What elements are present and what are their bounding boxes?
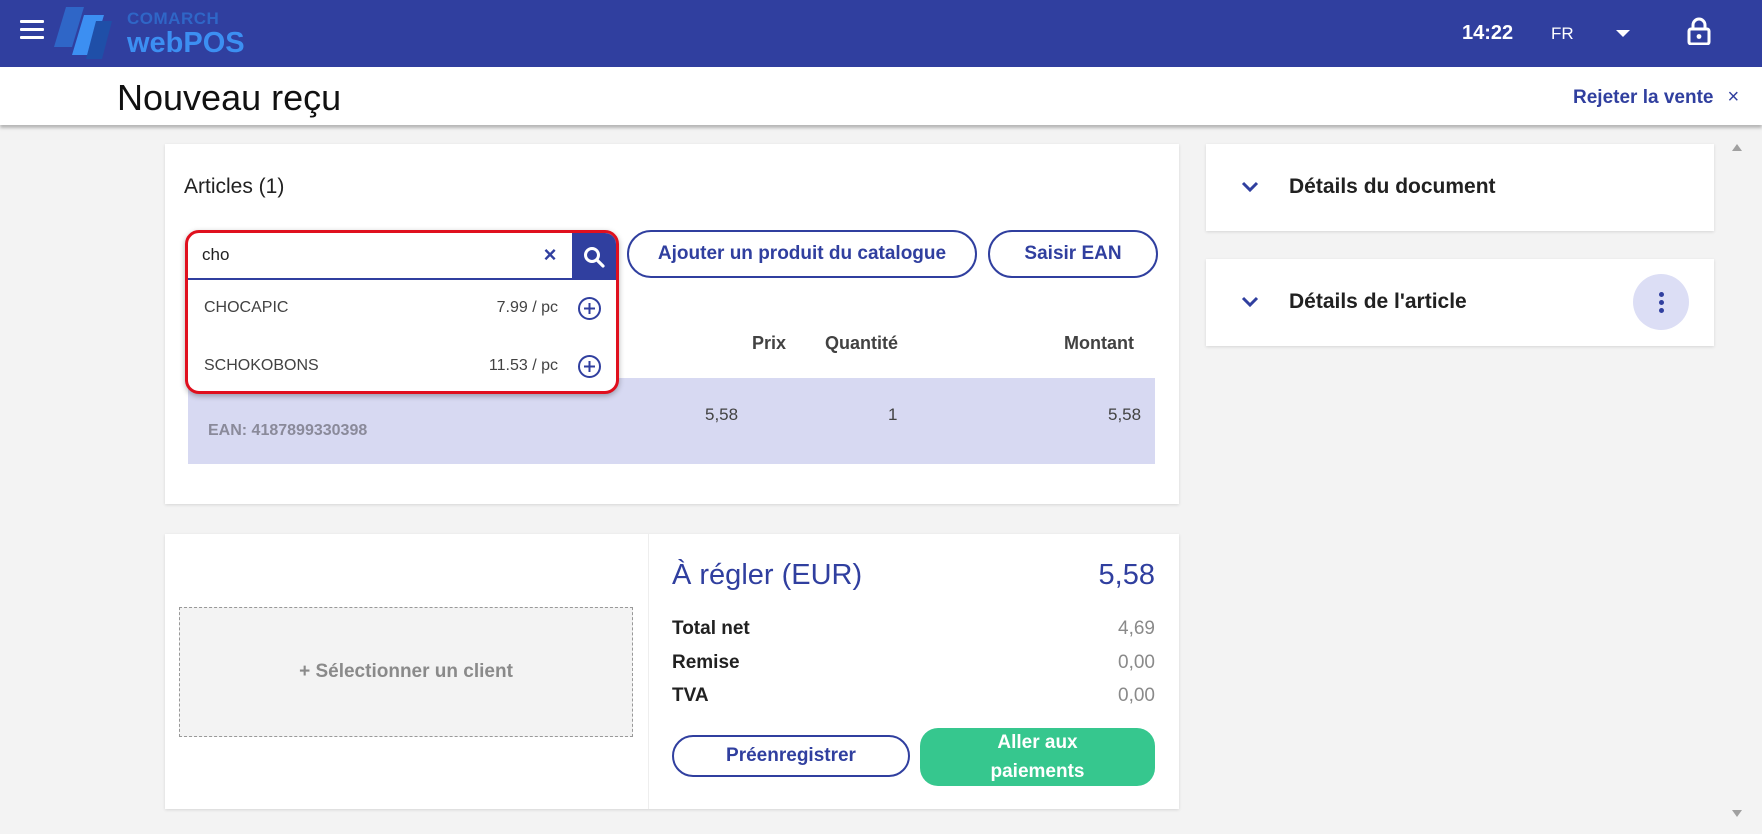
summary-line-net-total: Total net 4,69 <box>672 618 1155 642</box>
search-icon <box>584 246 605 268</box>
row-amount: 5,58 <box>1108 405 1142 424</box>
articles-title: Articles (1) <box>184 175 285 198</box>
scroll-up-arrow-icon[interactable] <box>1732 144 1742 151</box>
preregister-button[interactable]: Préenregistrer <box>672 735 910 777</box>
clear-icon[interactable]: × <box>538 243 562 267</box>
row-price: 5,58 <box>705 405 739 424</box>
more-vertical-icon <box>1658 289 1664 316</box>
search-button[interactable] <box>572 233 616 280</box>
select-client-button[interactable]: + Sélectionner un client <box>179 607 633 737</box>
search-result-price: 11.53 / pc <box>488 357 558 374</box>
search-field: × <box>188 233 616 280</box>
vat-value: 0,00 <box>1118 685 1155 706</box>
net-total-value: 4,69 <box>1118 618 1155 639</box>
enter-ean-button[interactable]: Saisir EAN <box>988 230 1158 278</box>
discount-label: Remise <box>672 652 740 673</box>
logo: COMARCH webPOS <box>127 10 245 58</box>
logo-company: COMARCH <box>127 9 220 28</box>
lock-icon[interactable] <box>1687 17 1711 45</box>
hamburger-icon[interactable] <box>20 20 44 40</box>
close-icon: × <box>1727 86 1740 108</box>
logo-product: webPOS <box>127 27 245 59</box>
chevron-down-icon[interactable] <box>1240 295 1260 309</box>
go-to-payments-label-line2: paiements <box>990 761 1085 782</box>
search-result-name: SCHOKOBONS <box>204 357 319 374</box>
search-result-item[interactable]: SCHOKOBONS 11.53 / pc <box>188 347 616 387</box>
go-to-payments-label-line1: Aller aux <box>997 732 1078 753</box>
discount-value: 0,00 <box>1118 652 1155 673</box>
summary-card: + Sélectionner un client À régler (EUR) … <box>165 534 1179 809</box>
column-header-amount[interactable]: Montant <box>1064 333 1134 354</box>
search-input[interactable] <box>202 245 502 265</box>
page-title: Nouveau reçu <box>117 77 342 118</box>
page-header: Nouveau reçu Rejeter la vente × <box>0 67 1762 125</box>
summary-line-discount: Remise 0,00 <box>672 652 1155 676</box>
scrollbar[interactable] <box>1726 138 1748 834</box>
amount-due-label: À régler (EUR) <box>672 559 863 591</box>
row-quantity: 1 <box>888 405 898 424</box>
search-result-item[interactable]: CHOCAPIC 7.99 / pc <box>188 289 616 329</box>
search-result-price: 7.99 / pc <box>496 299 558 316</box>
go-to-payments-button[interactable]: Aller aux paiements <box>920 728 1155 786</box>
amount-due-value: 5,58 <box>1098 559 1155 591</box>
add-circle-icon[interactable] <box>577 354 602 379</box>
summary-line-vat: TVA 0,00 <box>672 685 1155 709</box>
clock: 14:22 <box>1462 22 1514 44</box>
article-details-title: Détails de l'article <box>1289 290 1467 313</box>
chevron-down-icon[interactable] <box>1240 180 1260 194</box>
add-circle-icon[interactable] <box>577 296 602 321</box>
document-details-title: Détails du document <box>1289 175 1496 198</box>
reject-sale-label: Rejeter la vente <box>1573 87 1714 108</box>
document-details-panel[interactable]: Détails du document <box>1206 144 1714 231</box>
vat-label: TVA <box>672 685 709 706</box>
column-header-quantity[interactable]: Quantité <box>825 333 898 354</box>
net-total-label: Total net <box>672 618 750 639</box>
column-header-price[interactable]: Prix <box>752 333 786 354</box>
row-ean: EAN: 4187899330398 <box>208 422 368 439</box>
search-result-name: CHOCAPIC <box>204 299 289 316</box>
language-selector[interactable]: FR <box>1551 24 1574 44</box>
article-details-panel[interactable]: Détails de l'article <box>1206 259 1714 346</box>
scroll-down-arrow-icon[interactable] <box>1732 810 1742 817</box>
product-search-dropdown: × CHOCAPIC 7.99 / pc SCHOKOBONS 11.53 / … <box>185 230 619 394</box>
add-from-catalog-button[interactable]: Ajouter un produit du catalogue <box>627 230 977 278</box>
caret-down-icon[interactable] <box>1616 30 1630 37</box>
reject-sale-button[interactable]: Rejeter la vente × <box>1573 86 1739 109</box>
top-bar: COMARCH webPOS 14:22 FR <box>0 0 1762 67</box>
comarch-logo-icon <box>54 7 112 59</box>
more-options-button[interactable] <box>1633 274 1689 330</box>
summary-divider <box>648 534 649 809</box>
